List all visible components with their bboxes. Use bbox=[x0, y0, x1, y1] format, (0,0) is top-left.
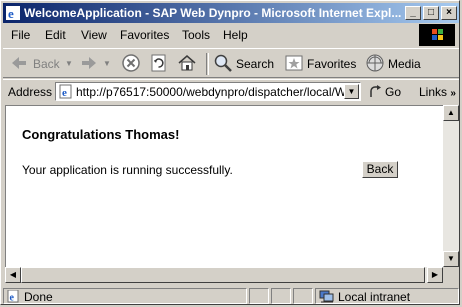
maximize-button[interactable]: □ bbox=[423, 6, 439, 20]
intranet-icon bbox=[319, 290, 334, 303]
ie-page-icon: e bbox=[59, 84, 72, 99]
menu-view[interactable]: View bbox=[81, 28, 107, 42]
address-url[interactable]: http://p76517:50000/webdynpro/dispatcher… bbox=[76, 85, 344, 99]
horizontal-scroll-thumb[interactable] bbox=[21, 267, 425, 283]
menu-tools[interactable]: Tools bbox=[182, 28, 210, 42]
scroll-right-icon[interactable]: ▶ bbox=[427, 267, 443, 283]
browser-window: e WelcomeApplication - SAP Web Dynpro - … bbox=[0, 0, 460, 305]
scroll-up-icon[interactable]: ▲ bbox=[443, 105, 459, 121]
svg-text:e: e bbox=[10, 293, 15, 304]
status-pane-blank bbox=[293, 288, 313, 304]
go-arrow-icon bbox=[370, 85, 381, 97]
status-pane-blank bbox=[249, 288, 269, 304]
refresh-button[interactable] bbox=[149, 53, 171, 75]
svg-text:e: e bbox=[8, 6, 14, 20]
search-icon bbox=[214, 54, 232, 72]
title-bar[interactable]: e WelcomeApplication - SAP Web Dynpro - … bbox=[3, 3, 459, 23]
forward-button[interactable]: ▼ bbox=[79, 53, 113, 75]
status-pane-blank bbox=[271, 288, 291, 304]
media-icon bbox=[366, 54, 384, 72]
status-text: Done bbox=[24, 290, 53, 304]
search-label: Search bbox=[236, 57, 275, 71]
address-label: Address bbox=[8, 85, 53, 99]
media-button[interactable]: Media bbox=[365, 53, 423, 75]
back-label: Back bbox=[33, 57, 60, 71]
ie-logo-icon: e bbox=[6, 6, 20, 20]
search-button[interactable]: Search bbox=[213, 53, 275, 75]
back-dropdown-icon[interactable]: ▼ bbox=[65, 59, 73, 68]
forward-arrow-icon bbox=[82, 57, 96, 69]
ie-page-icon: e bbox=[7, 290, 19, 304]
minimize-button[interactable]: _ bbox=[405, 6, 421, 20]
address-field[interactable]: e http://p76517:50000/webdynpro/dispatch… bbox=[55, 82, 361, 101]
stop-button[interactable] bbox=[121, 53, 143, 75]
links-label: Links bbox=[419, 85, 448, 99]
standard-toolbar: Back ▼ ▼ Search Favorites Media bbox=[3, 48, 459, 78]
favorites-button[interactable]: Favorites bbox=[284, 53, 358, 75]
page-content: Congratulations Thomas! Your application… bbox=[5, 105, 443, 267]
go-label: Go bbox=[385, 85, 402, 99]
status-message: Your application is running successfully… bbox=[22, 163, 233, 177]
close-button[interactable]: × bbox=[441, 6, 457, 20]
address-bar: Address e http://p76517:50000/webdynpro/… bbox=[3, 79, 459, 103]
menu-bar: File Edit View Favorites Tools Help bbox=[3, 25, 459, 45]
page-back-button[interactable]: Back bbox=[362, 161, 398, 178]
home-icon bbox=[178, 55, 196, 71]
links-button[interactable]: Links » bbox=[419, 85, 456, 99]
window-title: WelcomeApplication - SAP Web Dynpro - Mi… bbox=[24, 6, 402, 20]
vertical-scrollbar[interactable]: ▲ ▼ bbox=[443, 105, 459, 267]
scroll-left-icon[interactable]: ◀ bbox=[5, 267, 21, 283]
forward-dropdown-icon[interactable]: ▼ bbox=[103, 59, 111, 68]
favorites-label: Favorites bbox=[307, 57, 357, 71]
menu-edit[interactable]: Edit bbox=[45, 28, 66, 42]
page-heading: Congratulations Thomas! bbox=[22, 127, 180, 142]
chevron-right-icon: » bbox=[450, 88, 456, 99]
scroll-down-icon[interactable]: ▼ bbox=[443, 251, 459, 267]
zone-text: Local intranet bbox=[338, 290, 411, 304]
stop-icon bbox=[122, 54, 140, 72]
status-pane-zone: Local intranet bbox=[315, 288, 459, 304]
back-arrow-icon bbox=[12, 57, 26, 69]
menu-favorites[interactable]: Favorites bbox=[120, 28, 169, 42]
menu-help[interactable]: Help bbox=[223, 28, 248, 42]
toolbar-separator bbox=[206, 53, 209, 75]
home-button[interactable] bbox=[177, 53, 199, 75]
media-label: Media bbox=[388, 57, 421, 71]
horizontal-scrollbar[interactable]: ◀ ▶ bbox=[5, 267, 443, 283]
address-dropdown-icon[interactable]: ▼ bbox=[344, 84, 359, 99]
windows-logo-icon bbox=[419, 24, 455, 46]
status-bar: e Done Local intranet bbox=[3, 286, 459, 304]
svg-text:e: e bbox=[62, 87, 67, 99]
menu-file[interactable]: File bbox=[11, 28, 30, 42]
status-pane-main: e Done bbox=[3, 288, 247, 304]
refresh-icon bbox=[151, 54, 166, 72]
favorites-icon bbox=[285, 55, 303, 71]
back-button[interactable]: Back ▼ bbox=[9, 53, 73, 75]
